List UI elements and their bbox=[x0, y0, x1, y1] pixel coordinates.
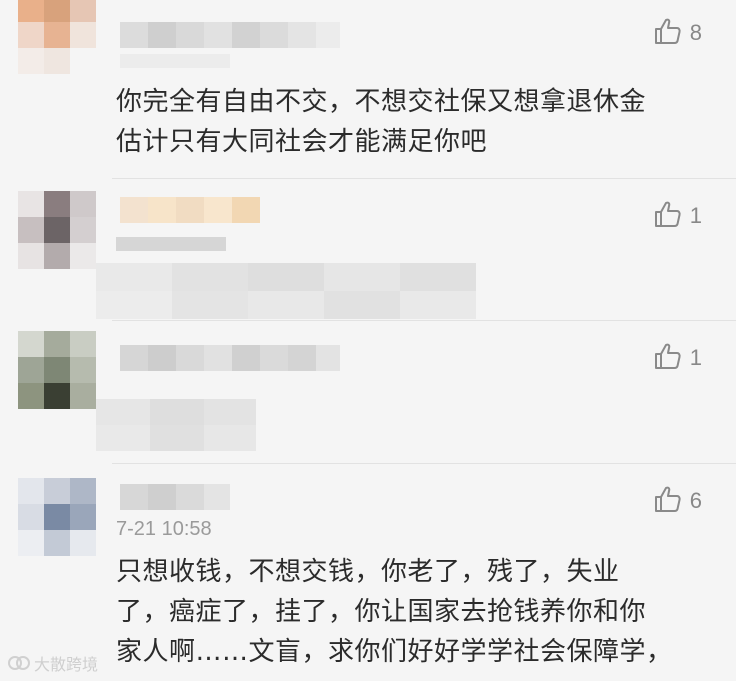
like-button[interactable]: 6 bbox=[652, 484, 702, 518]
comment-text-blurred bbox=[96, 399, 256, 451]
username-blurred[interactable] bbox=[120, 22, 340, 48]
like-button[interactable]: 1 bbox=[652, 199, 702, 233]
comment-text-line: 估计只有大同社会才能满足你吧 bbox=[116, 127, 488, 157]
comment-text-line: 你完全有自由不交，不想交社保又想拿退休金 bbox=[116, 87, 647, 117]
comment-text-line: 只想收钱，不想交钱，你老了，残了，失业 bbox=[116, 557, 620, 587]
comment-item: 1 bbox=[0, 179, 736, 319]
avatar[interactable] bbox=[18, 0, 96, 74]
username-blurred[interactable] bbox=[120, 345, 340, 371]
comment-text: 只想收钱，不想交钱，你老了，残了，失业 了，癌症了，挂了，你让国家去抢钱养你和你… bbox=[116, 552, 696, 672]
timestamp-blurred bbox=[116, 237, 226, 251]
like-count: 1 bbox=[689, 203, 702, 228]
comment-text: 你完全有自由不交，不想交社保又想拿退休金 估计只有大同社会才能满足你吧 bbox=[116, 82, 696, 162]
like-count: 1 bbox=[689, 345, 702, 370]
avatar[interactable] bbox=[18, 331, 96, 409]
avatar[interactable] bbox=[18, 478, 96, 556]
watermark-text: 大散跨境 bbox=[34, 655, 99, 674]
like-button[interactable]: 8 bbox=[652, 16, 702, 50]
like-button[interactable]: 1 bbox=[652, 341, 702, 375]
avatar[interactable] bbox=[18, 191, 96, 269]
watermark-logo-icon bbox=[8, 654, 30, 672]
comment-timestamp: 7-21 10:58 bbox=[116, 518, 212, 540]
thumbs-up-icon bbox=[652, 484, 682, 518]
timestamp-blurred bbox=[120, 54, 230, 68]
comment-item: 1 bbox=[0, 321, 736, 463]
thumbs-up-icon bbox=[652, 16, 682, 50]
comment-item: 8 你完全有自由不交，不想交社保又想拿退休金 估计只有大同社会才能满足你吧 bbox=[0, 0, 736, 178]
thumbs-up-icon bbox=[652, 199, 682, 233]
comment-text-blurred bbox=[96, 263, 476, 319]
watermark: 大散跨境 bbox=[8, 651, 98, 675]
comment-text-line: 家人啊……文盲，求你们好好学学社会保障学， bbox=[116, 637, 673, 667]
username-blurred[interactable] bbox=[120, 197, 260, 223]
like-count: 6 bbox=[689, 488, 702, 513]
like-count: 8 bbox=[689, 20, 702, 45]
username-blurred[interactable] bbox=[120, 484, 230, 510]
thumbs-up-icon bbox=[652, 341, 682, 375]
comment-text-line: 了，癌症了，挂了，你让国家去抢钱养你和你 bbox=[116, 597, 647, 627]
comment-item: 6 7-21 10:58 只想收钱，不想交钱，你老了，残了，失业 了，癌症了，挂… bbox=[0, 464, 736, 681]
